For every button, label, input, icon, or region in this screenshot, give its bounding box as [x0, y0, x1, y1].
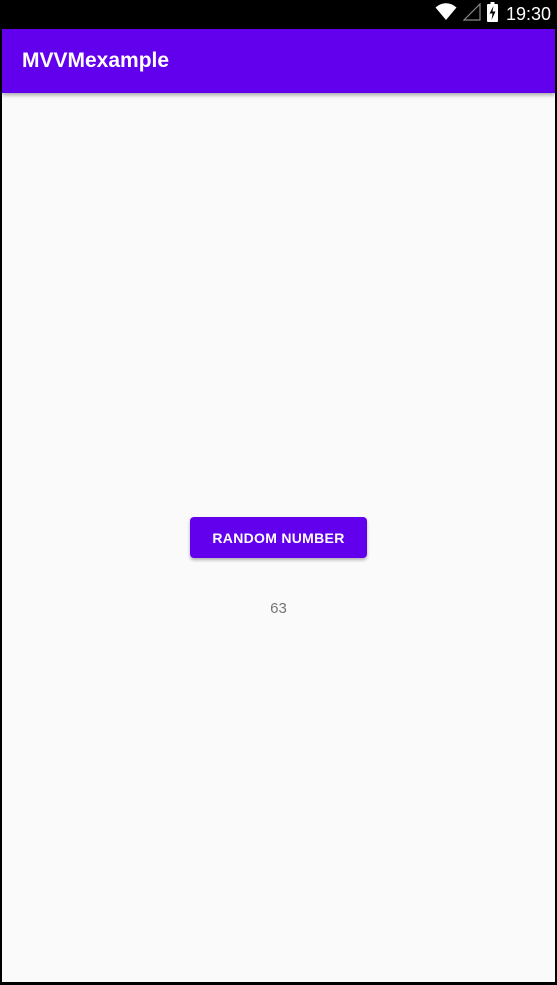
- wifi-icon: [435, 3, 457, 26]
- status-time: 19:30: [505, 4, 551, 24]
- battery-charging-icon: [486, 2, 498, 27]
- status-bar: 19:30: [0, 0, 557, 29]
- random-number-button[interactable]: RANDOM NUMBER: [190, 517, 367, 558]
- cell-signal-icon: [462, 2, 481, 26]
- app-bar: MVVMexample: [2, 29, 555, 93]
- device-frame: 19:30 MVVMexample RANDOM NUMBER 63: [0, 0, 557, 985]
- main-content: RANDOM NUMBER 63: [2, 93, 555, 982]
- app-title: MVVMexample: [22, 49, 170, 72]
- status-icons: 19:30: [435, 0, 551, 29]
- random-number-text: 63: [270, 600, 287, 617]
